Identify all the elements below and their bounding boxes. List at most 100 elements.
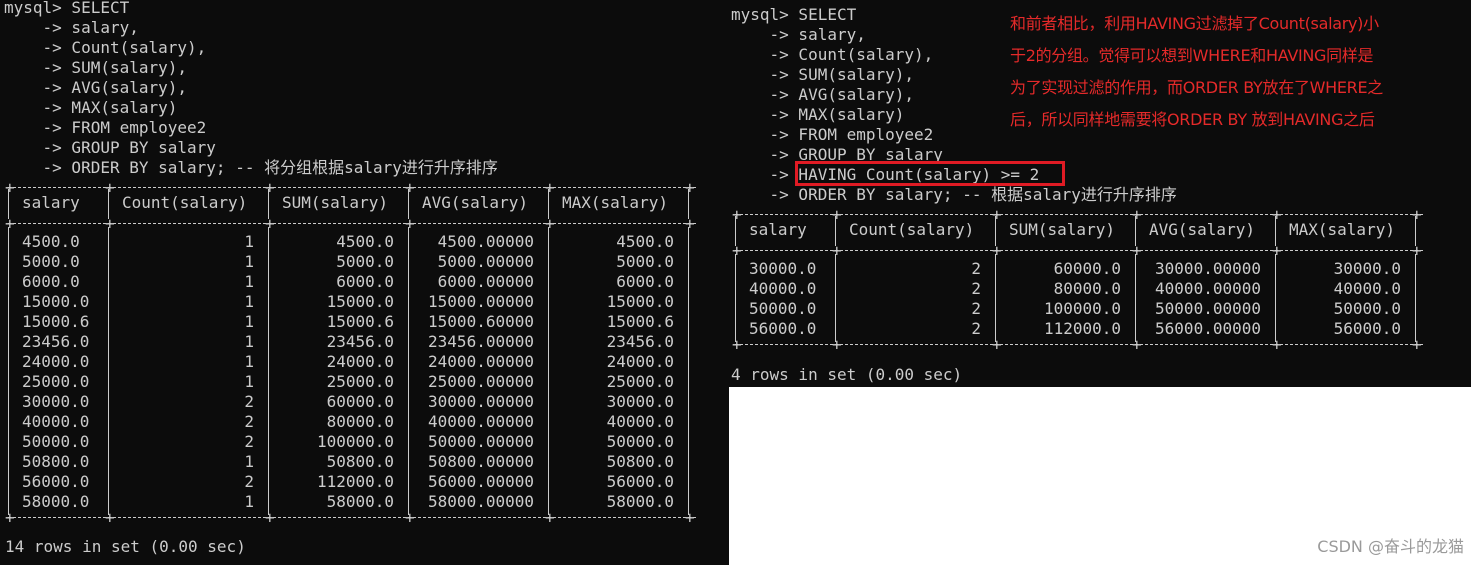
table-cell: 40000.0 — [1333, 279, 1401, 298]
table-border-corner: + — [265, 508, 275, 527]
table-cell: 100000.0 — [316, 432, 394, 451]
table-cell: 50800.0 — [326, 452, 394, 471]
table-cell: 50800.0 — [22, 452, 90, 471]
table-cell: 58000.0 — [22, 492, 90, 511]
column-header: MAX(salary) — [1289, 220, 1395, 239]
table-cell: 50000.00000 — [1155, 299, 1261, 318]
table-border-corner: + — [685, 178, 695, 197]
table-cell: 1 — [244, 232, 254, 251]
query-line: mysql> SELECT — [731, 5, 857, 24]
query-line: -> AVG(salary), — [4, 78, 188, 97]
table-border — [1415, 254, 1416, 342]
table-cell: 80000.0 — [1053, 279, 1121, 298]
column-header: salary — [22, 193, 80, 212]
table-cell: 112000.0 — [1043, 319, 1121, 338]
query-line: mysql> SELECT — [4, 0, 130, 17]
table-cell: 40000.0 — [749, 279, 817, 298]
table-cell: 2 — [244, 432, 254, 451]
query-line: -> FROM employee2 — [4, 118, 207, 137]
table-cell: 4500.0 — [336, 232, 394, 251]
table-cell: 15000.60000 — [428, 312, 534, 331]
table-cell: 24000.00000 — [428, 352, 534, 371]
table-cell: 6000.00000 — [437, 272, 534, 291]
table-cell: 40000.00000 — [428, 412, 534, 431]
query-line: -> salary, — [731, 25, 866, 44]
table-cell: 30000.00000 — [428, 392, 534, 411]
table-cell: 6000.0 — [22, 272, 80, 291]
terminal-left[interactable]: mysql> SELECT -> salary, -> Count(salary… — [0, 0, 729, 565]
table-border — [835, 254, 836, 342]
table-cell: 25000.0 — [326, 372, 394, 391]
table-border-corner: + — [992, 241, 1002, 260]
table-border-corner: + — [1412, 205, 1422, 224]
table-border-corner: + — [832, 205, 842, 224]
table-cell: 4500.0 — [616, 232, 674, 251]
table-border — [688, 227, 689, 515]
table-cell: 2 — [971, 259, 981, 278]
table-cell: 15000.6 — [326, 312, 394, 331]
table-cell: 50000.0 — [606, 432, 674, 451]
table-cell: 30000.0 — [1333, 259, 1401, 278]
table-cell: 56000.0 — [749, 319, 817, 338]
table-cell: 6000.0 — [616, 272, 674, 291]
table-cell: 24000.0 — [22, 352, 90, 371]
table-border-corner: + — [5, 508, 15, 527]
table-border-corner: + — [1412, 241, 1422, 260]
table-cell: 4500.0 — [22, 232, 80, 251]
table-border-corner: + — [265, 178, 275, 197]
table-cell: 56000.00000 — [1155, 319, 1261, 338]
table-cell: 2 — [244, 472, 254, 491]
table-cell: 23456.0 — [326, 332, 394, 351]
table-cell: 40000.00000 — [1155, 279, 1261, 298]
table-border-corner: + — [685, 214, 695, 233]
query-line: -> ORDER BY salary; -- 将分组根据salary进行升序排序 — [4, 158, 498, 177]
table-cell: 1 — [244, 272, 254, 291]
table-border-corner: + — [5, 178, 15, 197]
query-line: -> salary, — [4, 18, 139, 37]
table-cell: 1 — [244, 332, 254, 351]
table-cell: 50800.00000 — [428, 452, 534, 471]
table-cell: 2 — [971, 279, 981, 298]
annotation-line: 于2的分组。觉得可以想到WHERE和HAVING同样是 — [1010, 46, 1374, 65]
table-cell: 1 — [244, 452, 254, 471]
table-border-corner: + — [732, 241, 742, 260]
table-cell: 58000.00000 — [428, 492, 534, 511]
table-border-corner: + — [1272, 241, 1282, 260]
table-border-corner: + — [545, 178, 555, 197]
rows-summary: 4 rows in set (0.00 sec) — [731, 365, 963, 384]
table-cell: 15000.0 — [326, 292, 394, 311]
table-cell: 50000.0 — [22, 432, 90, 451]
table-cell: 100000.0 — [1043, 299, 1121, 318]
table-cell: 15000.0 — [606, 292, 674, 311]
annotation-line: 为了实现过滤的作用，而ORDER BY放在了WHERE之 — [1010, 78, 1384, 97]
table-cell: 58000.0 — [606, 492, 674, 511]
table-cell: 30000.00000 — [1155, 259, 1261, 278]
table-border-corner: + — [105, 178, 115, 197]
table-border-corner: + — [1272, 335, 1282, 354]
table-cell: 15000.00000 — [428, 292, 534, 311]
column-header: SUM(salary) — [282, 193, 388, 212]
table-cell: 50800.0 — [606, 452, 674, 471]
table-cell: 1 — [244, 352, 254, 371]
table-cell: 30000.0 — [22, 392, 90, 411]
table-cell: 1 — [244, 492, 254, 511]
table-border-corner: + — [105, 214, 115, 233]
column-header: AVG(salary) — [1149, 220, 1255, 239]
table-cell: 24000.0 — [326, 352, 394, 371]
annotation-line: 后，所以同样地需要将ORDER BY 放到HAVING之后 — [1010, 110, 1375, 129]
annotation-line: 和前者相比，利用HAVING过滤掉了Count(salary)小 — [1010, 14, 1379, 33]
table-border — [735, 254, 736, 342]
table-border-corner: + — [105, 508, 115, 527]
rows-summary: 14 rows in set (0.00 sec) — [5, 537, 246, 556]
table-border-corner: + — [545, 214, 555, 233]
table-border-corner: + — [1412, 335, 1422, 354]
table-cell: 2 — [244, 392, 254, 411]
query-line: -> AVG(salary), — [731, 85, 915, 104]
table-border-corner: + — [265, 214, 275, 233]
table-cell: 40000.0 — [606, 412, 674, 431]
table-cell: 50000.0 — [749, 299, 817, 318]
table-border — [408, 227, 409, 515]
table-border-corner: + — [545, 508, 555, 527]
table-cell: 5000.0 — [336, 252, 394, 271]
table-cell: 24000.0 — [606, 352, 674, 371]
